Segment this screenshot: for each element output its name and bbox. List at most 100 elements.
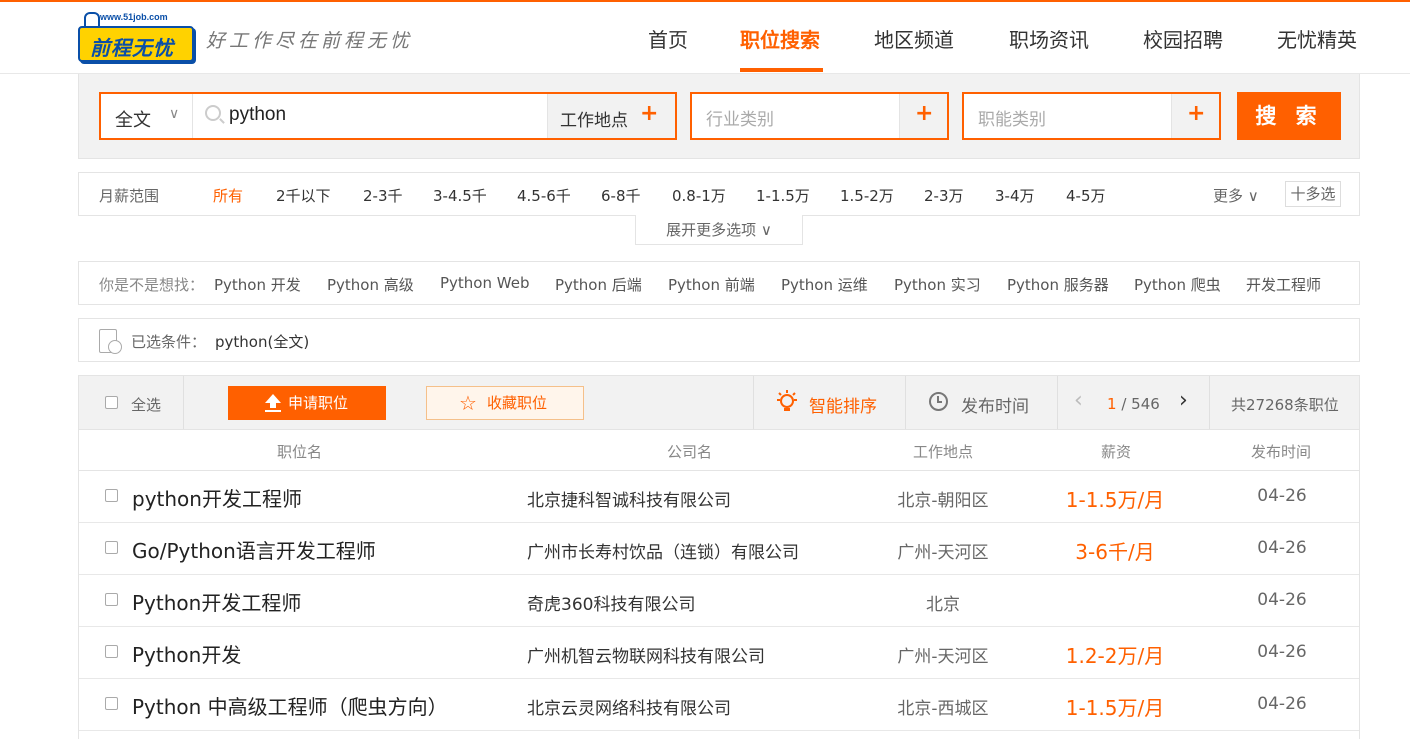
suggestion-item[interactable]: Python 后端 xyxy=(555,274,642,295)
salary-option[interactable]: 2千以下 xyxy=(276,185,331,206)
suggestion-item[interactable]: Python 高级 xyxy=(327,274,414,295)
suggestion-item[interactable]: Python 爬虫 xyxy=(1134,274,1221,295)
suggestion-bar: 你是不是想找： Python 开发 Python 高级 Python Web P… xyxy=(78,261,1360,305)
suggestion-item[interactable]: Python 实习 xyxy=(894,274,981,295)
function-picker[interactable]: 职能类别 + xyxy=(962,92,1221,140)
nav-elite[interactable]: 无忧精英 xyxy=(1277,24,1357,53)
suggestion-item[interactable]: Python 运维 xyxy=(781,274,868,295)
job-list: python开发工程师 北京捷科智诚科技有限公司 北京-朝阳区 1-1.5万/月… xyxy=(78,471,1360,739)
header-salary: 薪资 xyxy=(1101,443,1132,461)
table-row: Python 中高级工程师（爬虫方向） 北京云灵网络科技有限公司 北京-西城区 … xyxy=(79,679,1359,731)
keyword-input[interactable]: python xyxy=(229,104,286,126)
salary-option[interactable]: 0.8-1万 xyxy=(672,185,726,206)
salary-filter: 月薪范围 所有 2千以下 2-3千 3-4.5千 4.5-6千 6-8千 0.8… xyxy=(78,172,1360,216)
total-count: 共27268条职位 xyxy=(1231,396,1339,414)
row-checkbox[interactable] xyxy=(105,541,118,554)
job-location: 北京-西城区 xyxy=(897,699,989,719)
job-title-link[interactable]: Python 中高级工程师（爬虫方向） xyxy=(132,691,448,720)
salary-option[interactable]: 3-4万 xyxy=(995,185,1035,206)
function-add-button[interactable]: + xyxy=(1171,94,1219,138)
plus-icon: + xyxy=(640,101,659,126)
upload-icon xyxy=(265,394,281,412)
job-location: 广州-天河区 xyxy=(897,543,989,563)
row-checkbox[interactable] xyxy=(105,645,118,658)
company-link[interactable]: 北京云灵网络科技有限公司 xyxy=(527,694,731,719)
company-link[interactable]: 奇虎360科技有限公司 xyxy=(527,590,695,615)
salary-option[interactable]: 6-8千 xyxy=(601,185,641,206)
more-button[interactable]: 更多 ∨ xyxy=(1213,185,1259,206)
smart-sort-button[interactable]: 智能排序 xyxy=(809,392,877,417)
expand-options-button[interactable]: 展开更多选项 ∨ xyxy=(635,215,803,245)
salary-option[interactable]: 4-5万 xyxy=(1066,185,1106,206)
salary-option[interactable]: 1-1.5万 xyxy=(756,185,810,206)
industry-picker[interactable]: 行业类别 + xyxy=(690,92,949,140)
check-circle-icon xyxy=(108,340,122,354)
salary-option[interactable]: 4.5-6千 xyxy=(517,185,571,206)
row-checkbox[interactable] xyxy=(105,489,118,502)
job-title-link[interactable]: python开发工程师 xyxy=(132,483,302,512)
suggestion-item[interactable]: Python 服务器 xyxy=(1007,274,1109,295)
location-label: 工作地点 xyxy=(560,111,628,131)
job-date: 04-26 xyxy=(1257,590,1307,610)
publish-time-sort-button[interactable]: 发布时间 xyxy=(961,392,1029,417)
salary-option[interactable]: 2-3万 xyxy=(924,185,964,206)
company-link[interactable]: 广州机智云物联网科技有限公司 xyxy=(527,642,765,667)
star-icon: ☆ xyxy=(459,391,477,415)
logo-badge: 前程无忧 xyxy=(78,26,194,62)
salary-option[interactable]: 3-4.5千 xyxy=(433,185,487,206)
favorite-job-button[interactable]: ☆ 收藏职位 xyxy=(426,386,584,420)
nav-career-news[interactable]: 职场资讯 xyxy=(1009,24,1089,53)
chevron-left-icon[interactable]: ‹ xyxy=(1074,388,1083,413)
logo[interactable]: www.51job.com 前程无忧 xyxy=(78,12,194,66)
job-date: 04-26 xyxy=(1257,538,1307,558)
divider xyxy=(1057,376,1058,429)
header-company: 公司名 xyxy=(667,443,713,461)
company-link[interactable]: 广州市长寿村饮品（连锁）有限公司 xyxy=(527,538,799,563)
plus-icon: + xyxy=(915,101,934,126)
scope-select[interactable]: 全文 ∨ xyxy=(101,94,193,138)
selected-value[interactable]: python(全文) xyxy=(215,331,309,352)
divider xyxy=(905,376,906,429)
job-title-link[interactable]: Python开发 xyxy=(132,639,241,668)
suggestion-item[interactable]: 开发工程师 xyxy=(1246,274,1321,295)
salary-label: 月薪范围 xyxy=(99,187,160,205)
job-salary: 1-1.5万/月 xyxy=(1065,696,1165,720)
search-button[interactable]: 搜 索 xyxy=(1237,92,1341,140)
apply-job-button[interactable]: 申请职位 xyxy=(228,386,386,420)
job-salary: 3-6千/月 xyxy=(1075,540,1155,564)
nav-home[interactable]: 首页 xyxy=(648,24,688,53)
multi-select-button[interactable]: 十多选 xyxy=(1285,181,1341,207)
chevron-right-icon[interactable]: › xyxy=(1179,388,1188,413)
industry-add-button[interactable]: + xyxy=(899,94,947,138)
logo-url: www.51job.com xyxy=(100,12,168,22)
total-pages: / 546 xyxy=(1121,395,1160,413)
lightbulb-icon xyxy=(777,390,797,411)
selected-label: 已选条件： xyxy=(131,333,207,351)
search-icon xyxy=(205,105,221,121)
suggestion-item[interactable]: Python Web xyxy=(440,274,529,292)
nav-campus[interactable]: 校园招聘 xyxy=(1143,24,1223,53)
salary-option[interactable]: 1.5-2万 xyxy=(840,185,894,206)
keyword-search-box: 全文 ∨ python 工作地点 + xyxy=(99,92,677,140)
nav-region[interactable]: 地区频道 xyxy=(874,24,954,53)
location-picker[interactable]: 工作地点 + xyxy=(547,94,675,138)
row-checkbox[interactable] xyxy=(105,593,118,606)
company-link[interactable]: 北京捷科智诚科技有限公司 xyxy=(527,486,731,511)
job-salary: 1.2-2万/月 xyxy=(1065,644,1165,668)
nav-job-search[interactable]: 职位搜索 xyxy=(740,24,820,53)
job-date: 04-26 xyxy=(1257,694,1307,714)
job-location: 广州-天河区 xyxy=(897,647,989,667)
select-all-checkbox[interactable] xyxy=(105,396,118,409)
job-title-link[interactable]: Go/Python语言开发工程师 xyxy=(132,535,376,564)
current-page: 1 xyxy=(1107,395,1117,413)
chevron-down-icon: ∨ xyxy=(1247,187,1259,205)
favorite-job-label: 收藏职位 xyxy=(487,394,548,412)
row-checkbox[interactable] xyxy=(105,697,118,710)
nav-active-indicator xyxy=(740,68,823,72)
job-title-link[interactable]: Python开发工程师 xyxy=(132,587,301,616)
salary-option[interactable]: 2-3千 xyxy=(363,185,403,206)
salary-option[interactable]: 所有 xyxy=(213,185,243,206)
suggestion-item[interactable]: Python 前端 xyxy=(668,274,755,295)
search-panel: 全文 ∨ python 工作地点 + 行业类别 + 职能类别 + 搜 索 xyxy=(78,74,1360,159)
suggestion-item[interactable]: Python 开发 xyxy=(214,274,301,295)
